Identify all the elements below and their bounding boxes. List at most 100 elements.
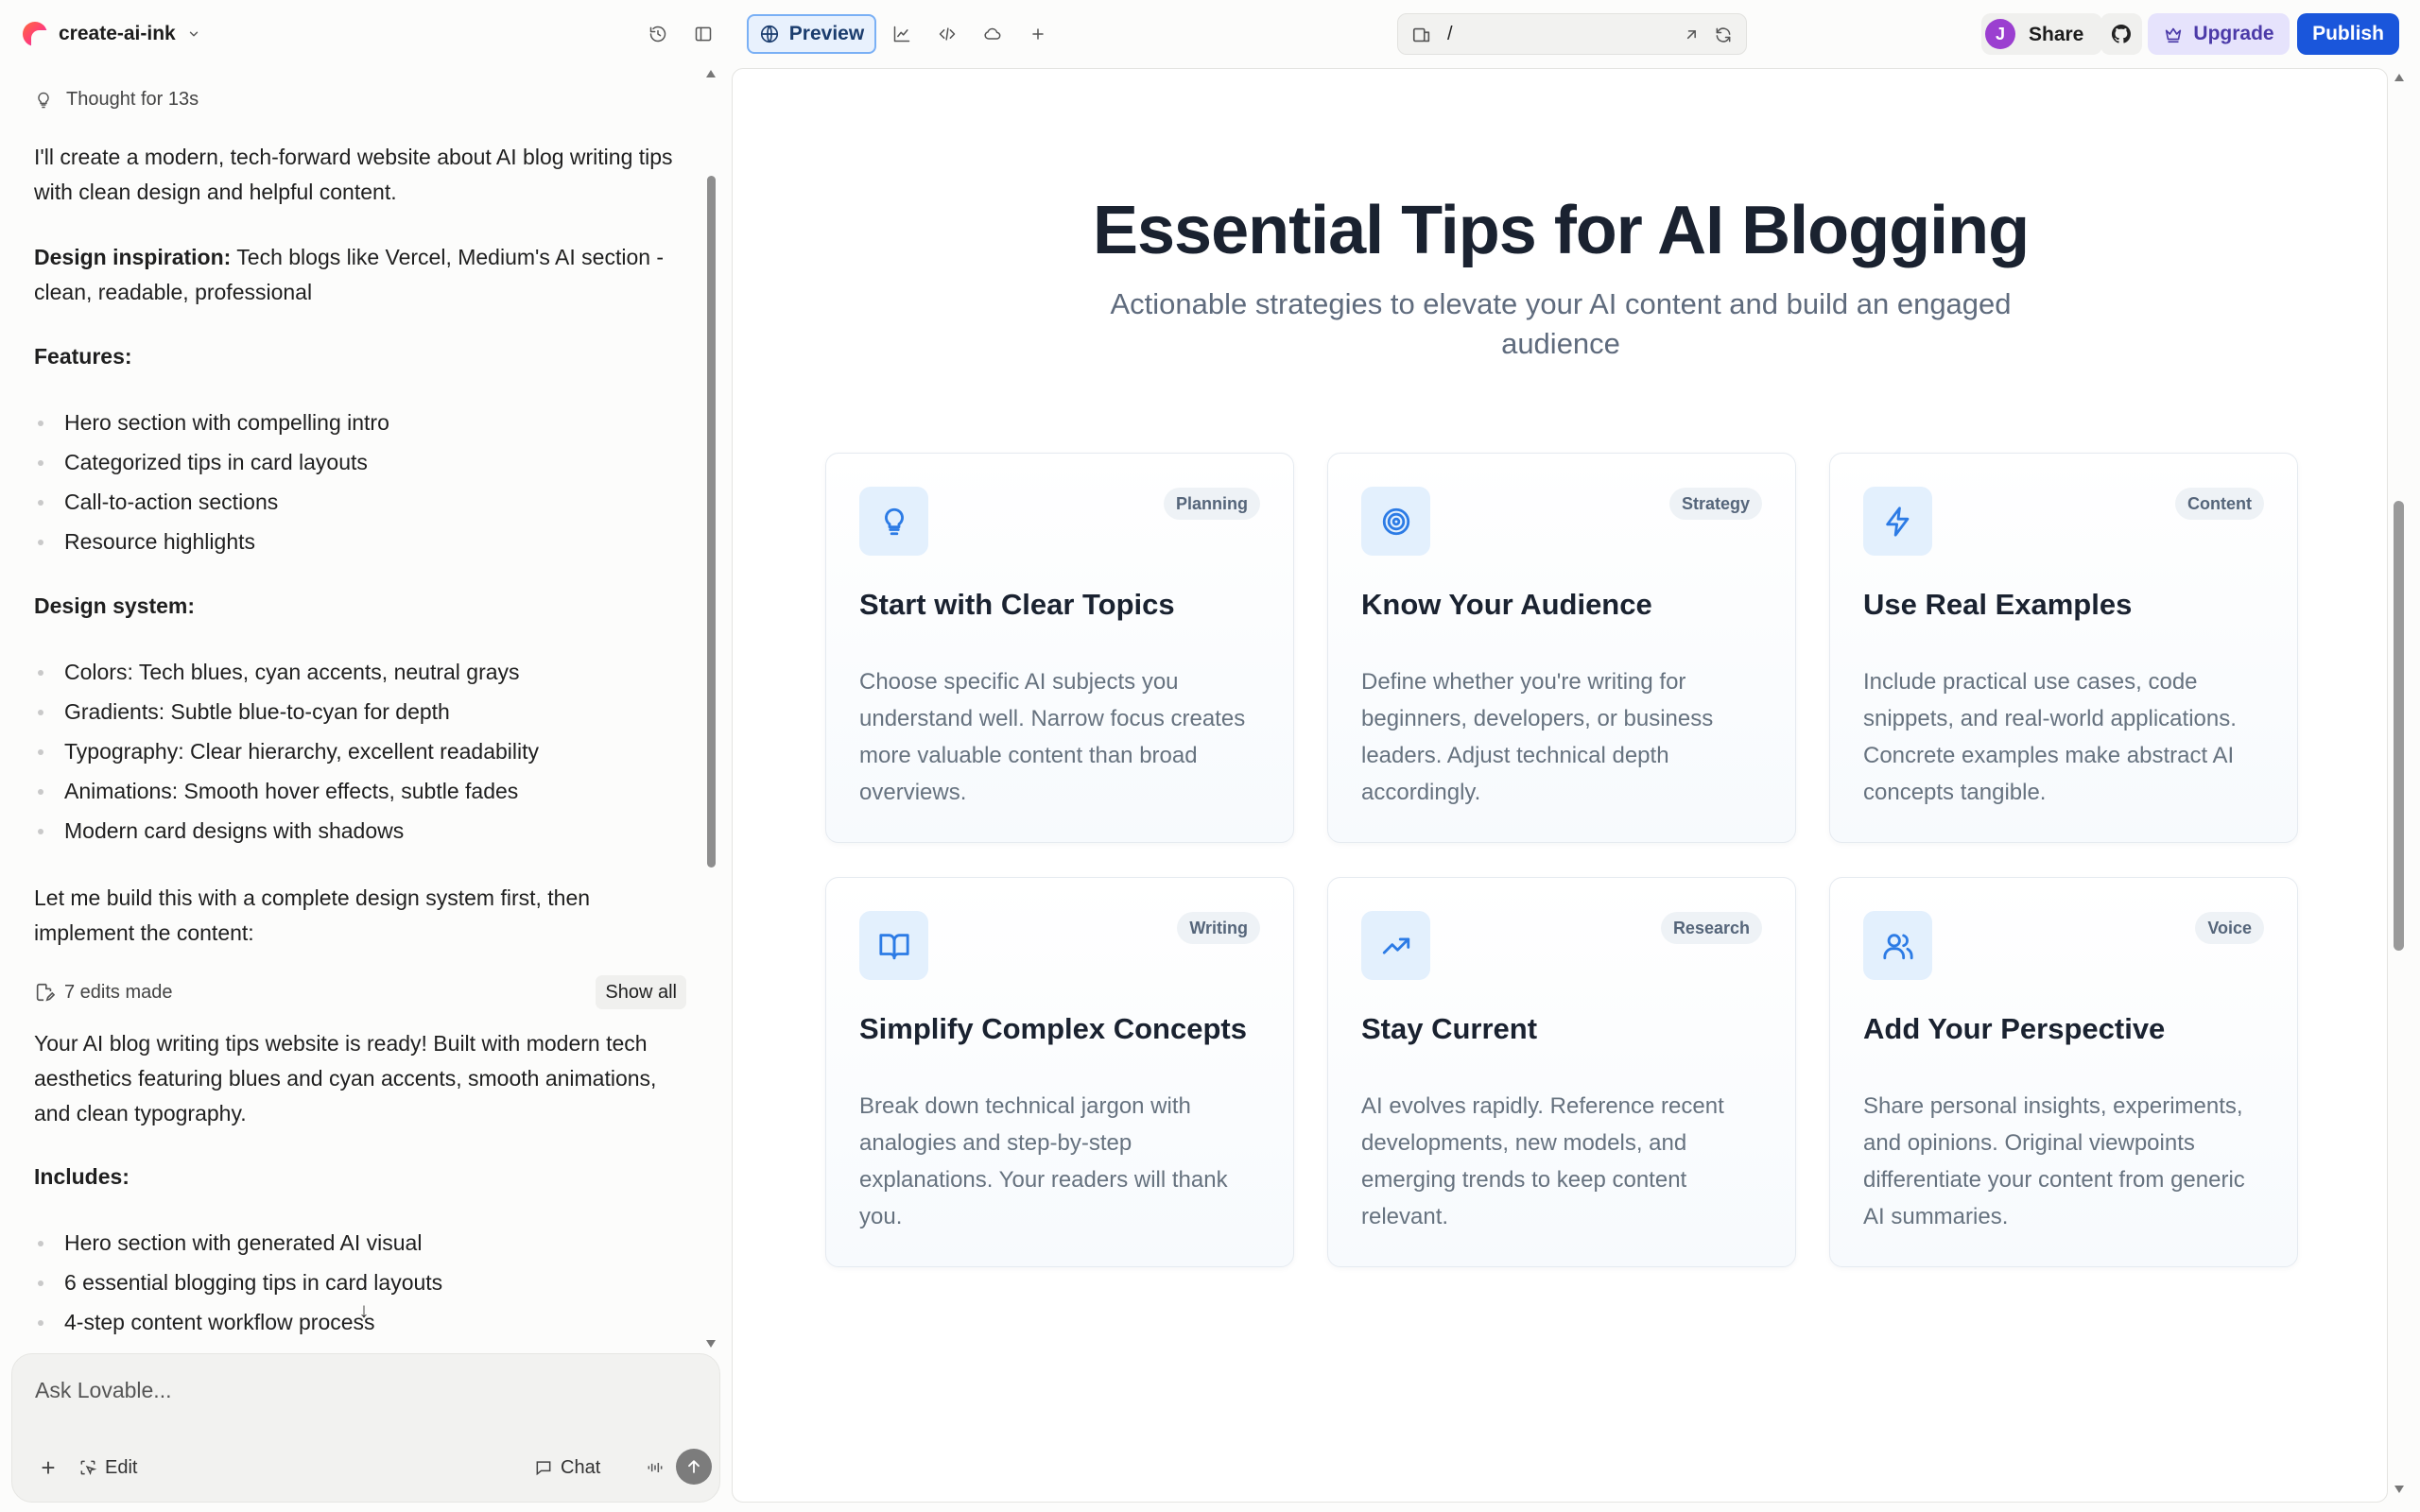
url-path: / [1447, 24, 1453, 44]
avatar: J [1985, 19, 2015, 49]
zap-icon [1885, 506, 1909, 537]
arrow-up-icon [688, 1460, 700, 1473]
send-button[interactable] [676, 1449, 712, 1485]
assistant-intro: I'll create a modern, tech-forward websi… [34, 145, 673, 204]
history-icon [649, 26, 666, 43]
visual-edit-icon [80, 1460, 97, 1475]
scroll-up-arrow-icon[interactable] [706, 70, 716, 77]
code-icon [939, 27, 956, 41]
globe-icon [760, 25, 778, 43]
refresh-icon[interactable] [1714, 26, 1733, 44]
tip-description: Break down technical jargon with analogi… [859, 1093, 1228, 1229]
edits-summary[interactable]: 7 edits made Show all [34, 973, 686, 1011]
tip-icon-box [1361, 911, 1430, 980]
github-button[interactable] [2100, 13, 2142, 55]
design-system-heading: Design system: [34, 593, 196, 618]
tip-card[interactable]: Research Stay Current AI evolves rapidly… [1327, 877, 1796, 1267]
chat-panel: Thought for 13s I'll create a modern, te… [0, 68, 728, 1512]
tip-description: Define whether you're writing for beginn… [1361, 669, 1714, 805]
thought-label: Thought for 13s [66, 89, 199, 110]
list-item: Call-to-action sections [34, 482, 686, 522]
voice-button[interactable] [642, 1454, 668, 1481]
tip-card[interactable]: Voice Add Your Perspective Share persona… [1829, 877, 2298, 1267]
project-name: create-ai-ink [59, 23, 176, 44]
sidebar-toggle-button[interactable] [688, 19, 718, 49]
analytics-icon [893, 26, 910, 43]
scroll-down-arrow-icon[interactable] [706, 1340, 716, 1348]
scroll-up-arrow-icon[interactable] [2394, 74, 2404, 81]
chat-input[interactable] [35, 1373, 687, 1407]
thought-indicator[interactable]: Thought for 13s [34, 89, 199, 111]
chat-scrollbar[interactable] [703, 68, 720, 1353]
open-external-icon[interactable] [1682, 26, 1701, 44]
chat-scrollbar-thumb[interactable] [707, 176, 716, 868]
device-icon[interactable] [1411, 25, 1432, 45]
tip-category-badge: Content [2175, 488, 2264, 520]
tip-title: Simplify Complex Concepts [859, 1012, 1247, 1045]
list-item: Hero section with compelling intro [34, 403, 686, 442]
crown-icon [2166, 27, 2182, 43]
preview-scrollbar[interactable] [2390, 68, 2409, 1503]
users-icon [1882, 933, 1913, 959]
chat-mode-button[interactable]: Chat [534, 1451, 600, 1485]
scroll-to-bottom-button[interactable]: ↓ [350, 1297, 378, 1325]
attach-button[interactable]: + [35, 1452, 61, 1482]
tip-icon-box [859, 487, 928, 556]
inspiration-label: Design inspiration: [34, 245, 232, 269]
show-all-button[interactable]: Show all [596, 975, 686, 1009]
preview-frame[interactable]: Essential Tips for AI Blogging Actionabl… [732, 68, 2388, 1503]
features-list: Hero section with compelling intro Categ… [34, 403, 686, 561]
tip-title: Use Real Examples [1863, 588, 2133, 621]
share-label: Share [2029, 24, 2084, 45]
project-switcher[interactable]: create-ai-ink [23, 17, 200, 51]
chat-messages[interactable]: Thought for 13s I'll create a modern, te… [0, 68, 709, 1353]
list-item: Animations: Smooth hover effects, subtle… [34, 771, 686, 811]
chevron-down-icon [189, 31, 198, 37]
list-item: Hero section with generated AI visual [34, 1223, 686, 1263]
edits-label: 7 edits made [64, 981, 173, 1003]
design-inspiration: Design inspiration: Tech blogs like Verc… [34, 240, 686, 310]
tip-icon-box [859, 911, 928, 980]
tip-card[interactable]: Writing Simplify Complex Concepts Break … [825, 877, 1294, 1267]
url-bar[interactable]: / [1397, 13, 1747, 55]
chat-label: Chat [561, 1456, 601, 1478]
lightbulb-icon [38, 92, 49, 108]
list-item: Colors: Tech blues, cyan accents, neutra… [34, 652, 686, 692]
upgrade-button[interactable]: Upgrade [2148, 13, 2290, 55]
list-item: Modern card designs with shadows [34, 811, 686, 850]
list-item: Typography: Clear hierarchy, excellent r… [34, 731, 686, 771]
tip-description: AI evolves rapidly. Reference recent dev… [1361, 1093, 1724, 1229]
tip-category-badge: Voice [2195, 912, 2264, 944]
hero-title: Essential Tips for AI Blogging [1092, 193, 2030, 268]
tip-icon-box [1863, 487, 1932, 556]
plus-icon: + [41, 1452, 56, 1482]
tip-card[interactable]: Strategy Know Your Audience Define wheth… [1327, 453, 1796, 843]
list-item: Gradients: Subtle blue-to-cyan for depth [34, 692, 686, 731]
features-heading: Features: [34, 344, 132, 369]
hero-subtitle: Actionable strategies to elevate your AI… [1110, 287, 2012, 360]
add-view-button[interactable] [1023, 19, 1053, 49]
share-button[interactable]: J Share [1981, 13, 2102, 55]
preview-button[interactable]: Preview [747, 14, 876, 54]
list-item: Resource highlights [34, 522, 686, 561]
tip-icon-box [1863, 911, 1932, 980]
tip-card[interactable]: Planning Start with Clear Topics Choose … [825, 453, 1294, 843]
arrow-down-icon: ↓ [358, 1298, 370, 1322]
analytics-button[interactable] [887, 19, 917, 49]
visual-edit-button[interactable]: Edit [78, 1451, 137, 1485]
tip-card[interactable]: Content Use Real Examples Include practi… [1829, 453, 2298, 843]
preview-scrollbar-thumb[interactable] [2394, 501, 2404, 951]
list-item: Categorized tips in card layouts [34, 442, 686, 482]
tip-title: Start with Clear Topics [859, 588, 1175, 621]
tip-category-badge: Strategy [1668, 488, 1762, 520]
build-note: Let me build this with a complete design… [34, 885, 591, 945]
publish-button[interactable]: Publish [2297, 13, 2399, 55]
tip-title: Know Your Audience [1361, 588, 1652, 621]
github-icon [2111, 24, 2131, 43]
top-bar: create-ai-ink Preview / J Share Upgrade [0, 0, 2420, 68]
edit-label: Edit [105, 1456, 138, 1478]
scroll-down-arrow-icon[interactable] [2394, 1486, 2404, 1493]
history-button[interactable] [643, 19, 673, 49]
code-button[interactable] [932, 19, 962, 49]
cloud-button[interactable] [977, 19, 1008, 49]
